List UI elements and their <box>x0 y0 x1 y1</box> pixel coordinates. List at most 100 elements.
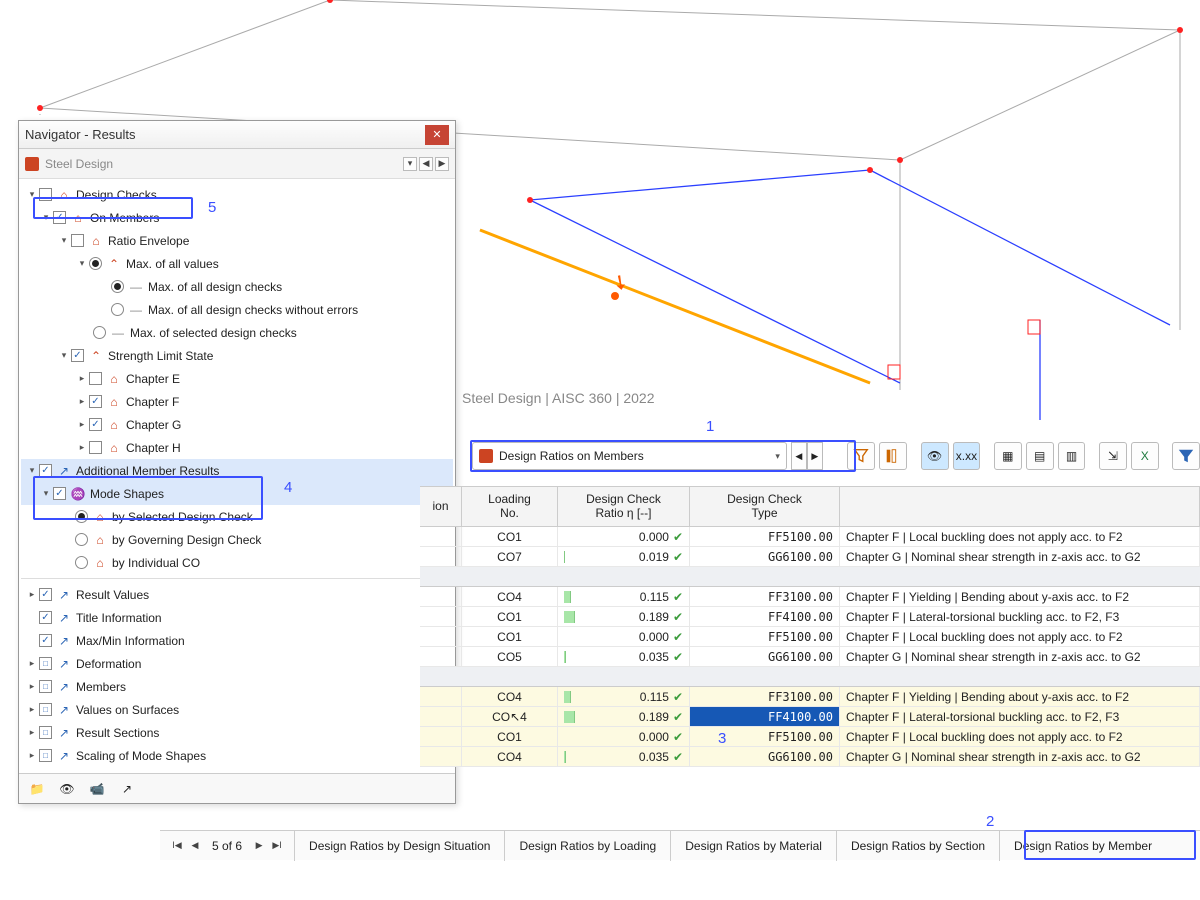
prev-page-button[interactable]: ◀ <box>188 839 202 853</box>
checkbox[interactable] <box>39 657 52 670</box>
tree-max-no-errors[interactable]: — Max. of all design checks without erro… <box>21 298 453 321</box>
tree-values-surfaces[interactable]: ▸ ↗ Values on Surfaces <box>21 698 453 721</box>
tree-by-individual-co[interactable]: ⌂ by Individual CO <box>21 551 453 574</box>
camera-icon[interactable]: 📹 <box>83 777 111 801</box>
radio[interactable] <box>75 510 88 523</box>
dropdown-icon[interactable]: ▾ <box>403 157 417 171</box>
checkbox[interactable] <box>39 726 52 739</box>
prev-category-button[interactable]: ◀ <box>419 157 433 171</box>
view-values-icon[interactable]: 👁 <box>921 442 949 470</box>
table-sort-icon[interactable]: ▤ <box>1026 442 1054 470</box>
grid-row[interactable]: CO5 0.035✔ GG6100.00 Chapter G | Nominal… <box>420 647 1200 667</box>
radio[interactable] <box>111 280 124 293</box>
twisty-icon[interactable]: ▾ <box>75 257 89 271</box>
excel-icon[interactable]: X <box>1131 442 1159 470</box>
checkbox[interactable] <box>89 441 102 454</box>
first-page-button[interactable]: I◀ <box>170 839 184 853</box>
tab-1[interactable]: Design Ratios by Loading <box>504 831 670 861</box>
twisty-icon[interactable]: ▸ <box>25 749 39 763</box>
checkbox[interactable] <box>89 395 102 408</box>
export-icon[interactable]: ⇲ <box>1099 442 1127 470</box>
grid-row[interactable]: CO4 0.115✔ FF3100.00 Chapter F | Yieldin… <box>420 587 1200 607</box>
twisty-icon[interactable]: ▾ <box>57 349 71 363</box>
tree-additional-member-results[interactable]: ▾ ↗ Additional Member Results <box>21 459 453 482</box>
next-button[interactable]: ▶ <box>807 442 823 470</box>
tree-chapter-e[interactable]: ▸ ⌂ Chapter E <box>21 367 453 390</box>
tab-3[interactable]: Design Ratios by Section <box>836 831 999 861</box>
twisty-icon[interactable]: ▸ <box>75 372 89 386</box>
radio[interactable] <box>111 303 124 316</box>
results-grid[interactable]: ion LoadingNo. Design CheckRatio η [--] … <box>420 486 1200 767</box>
tree-strength-limit[interactable]: ▾ ⌃ Strength Limit State <box>21 344 453 367</box>
twisty-icon[interactable]: ▾ <box>39 487 53 501</box>
twisty-icon[interactable]: ▸ <box>25 680 39 694</box>
checkbox[interactable] <box>39 703 52 716</box>
checkbox[interactable] <box>39 588 52 601</box>
checkbox[interactable] <box>39 680 52 693</box>
checkbox[interactable] <box>89 418 102 431</box>
tab-2[interactable]: Design Ratios by Material <box>670 831 836 861</box>
checkbox[interactable] <box>89 372 102 385</box>
close-button[interactable]: ✕ <box>425 125 449 145</box>
tree-chapter-h[interactable]: ▸ ⌂ Chapter H <box>21 436 453 459</box>
checkbox[interactable] <box>71 349 84 362</box>
results-tab-icon[interactable]: ↗ <box>113 777 141 801</box>
funnel-icon[interactable] <box>1172 442 1200 470</box>
table-merge-icon[interactable]: ▥ <box>1058 442 1086 470</box>
tree-max-selected[interactable]: — Max. of selected design checks <box>21 321 453 344</box>
grid-row[interactable]: CO1 0.000✔ FF5100.00 Chapter F | Local b… <box>420 527 1200 547</box>
filter-rows-icon[interactable] <box>847 442 875 470</box>
twisty-icon[interactable]: ▸ <box>75 441 89 455</box>
tree-design-checks[interactable]: ▾ ⌂ Design Checks <box>21 183 453 206</box>
radio[interactable] <box>89 257 102 270</box>
tree-result-sections[interactable]: ▸ ↗ Result Sections <box>21 721 453 744</box>
tree-members-opt[interactable]: ▸ ↗ Members <box>21 675 453 698</box>
tree-max-all-values[interactable]: ▾ ⌃ Max. of all values <box>21 252 453 275</box>
tree-mode-shapes[interactable]: ▾ ♒ Mode Shapes <box>21 482 453 505</box>
tree-title-info[interactable]: ↗ Title Information <box>21 606 453 629</box>
checkbox[interactable] <box>53 211 66 224</box>
twisty-icon[interactable]: ▸ <box>75 418 89 432</box>
checkbox[interactable] <box>39 464 52 477</box>
tree-deformation[interactable]: ▸ ↗ Deformation <box>21 652 453 675</box>
twisty-icon[interactable]: ▸ <box>25 726 39 740</box>
tab-0[interactable]: Design Ratios by Design Situation <box>294 831 504 861</box>
navigator-tree[interactable]: ▾ ⌂ Design Checks ▾ ⌂ On Members ▾ ⌂ Rat… <box>19 179 455 773</box>
radio[interactable] <box>75 533 88 546</box>
next-category-button[interactable]: ▶ <box>435 157 449 171</box>
tree-by-selected-design[interactable]: ⌂ by Selected Design Check <box>21 505 453 528</box>
checkbox[interactable] <box>71 234 84 247</box>
twisty-icon[interactable]: ▾ <box>39 211 53 225</box>
twisty-icon[interactable]: ▾ <box>57 234 71 248</box>
grid-row[interactable]: CO1 0.189✔ FF4100.00 Chapter F | Lateral… <box>420 607 1200 627</box>
next-page-button[interactable]: ▶ <box>252 839 266 853</box>
folder-icon[interactable]: 📁 <box>23 777 51 801</box>
tree-by-governing[interactable]: ⌂ by Governing Design Check <box>21 528 453 551</box>
combo-nav-spinner[interactable]: ◀ ▶ <box>791 442 823 470</box>
tree-maxmin-info[interactable]: ↗ Max/Min Information <box>21 629 453 652</box>
tree-chapter-f[interactable]: ▸ ⌂ Chapter F <box>21 390 453 413</box>
twisty-icon[interactable]: ▸ <box>75 395 89 409</box>
tree-result-values[interactable]: ▸ ↗ Result Values <box>21 583 453 606</box>
tree-scaling-mode-shapes[interactable]: ▸ ↗ Scaling of Mode Shapes <box>21 744 453 767</box>
tab-4[interactable]: Design Ratios by Member <box>999 831 1166 861</box>
tree-on-members[interactable]: ▾ ⌂ On Members <box>21 206 453 229</box>
tree-max-all-design-checks[interactable]: — Max. of all design checks <box>21 275 453 298</box>
radio[interactable] <box>93 326 106 339</box>
checkbox[interactable] <box>39 188 52 201</box>
twisty-icon[interactable]: ▾ <box>25 464 39 478</box>
tree-ratio-envelope[interactable]: ▾ ⌂ Ratio Envelope <box>21 229 453 252</box>
checkbox[interactable] <box>39 634 52 647</box>
twisty-icon[interactable]: ▸ <box>25 657 39 671</box>
grid-row[interactable]: CO1 0.000✔ FF5100.00 Chapter F | Local b… <box>420 627 1200 647</box>
prev-button[interactable]: ◀ <box>791 442 807 470</box>
twisty-icon[interactable]: ▸ <box>25 703 39 717</box>
eye-icon[interactable]: 👁 <box>53 777 81 801</box>
results-view-combo[interactable]: Design Ratios on Members ▾ <box>472 442 787 470</box>
checkbox[interactable] <box>39 611 52 624</box>
grid-row[interactable]: CO4 0.035✔ GG6100.00 Chapter G | Nominal… <box>420 747 1200 767</box>
filter-cols-icon[interactable] <box>879 442 907 470</box>
twisty-icon[interactable]: ▾ <box>25 188 39 202</box>
last-page-button[interactable]: ▶I <box>270 839 284 853</box>
radio[interactable] <box>75 556 88 569</box>
